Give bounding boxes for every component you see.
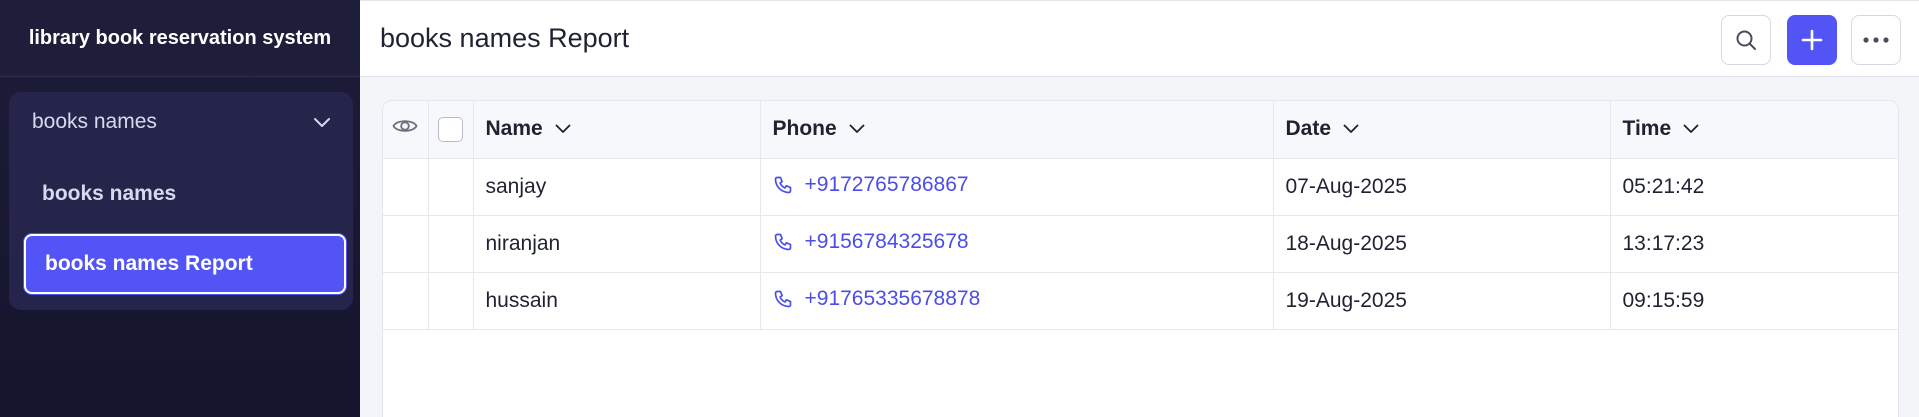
column-header-phone[interactable]: Phone bbox=[760, 101, 1274, 159]
table-header-row: Name Phone Date Time bbox=[383, 101, 1898, 159]
page-title: books names Report bbox=[380, 23, 630, 53]
row-select-cell bbox=[428, 158, 474, 216]
cell-phone: +91765335678878 bbox=[760, 272, 1274, 330]
chevron-down-icon bbox=[314, 118, 330, 127]
cell-time: 09:15:59 bbox=[1610, 272, 1898, 330]
phone-icon bbox=[774, 233, 791, 250]
column-header-time[interactable]: Time bbox=[1610, 101, 1898, 159]
nav-group-header[interactable]: books names bbox=[9, 92, 353, 152]
cell-phone: +9156784325678 bbox=[760, 215, 1274, 273]
chevron-down-icon bbox=[1343, 124, 1359, 134]
sidebar-item-label: books names bbox=[42, 182, 177, 205]
phone-icon bbox=[774, 176, 791, 193]
report-table: Name Phone Date Time sanjay +91727657868… bbox=[383, 101, 1898, 330]
column-visibility-cell bbox=[383, 101, 429, 159]
plus-icon bbox=[1801, 29, 1823, 51]
phone-number: +91765335678878 bbox=[804, 286, 981, 310]
phone-link[interactable]: +9172765786867 bbox=[773, 173, 969, 197]
eye-icon[interactable] bbox=[392, 117, 418, 135]
column-header-date[interactable]: Date bbox=[1273, 101, 1611, 159]
search-icon bbox=[1736, 30, 1756, 50]
row-view-cell bbox=[383, 215, 429, 273]
row-view-cell bbox=[383, 272, 429, 330]
cell-time: 05:21:42 bbox=[1610, 158, 1898, 216]
sidebar-item-books-names[interactable]: books names bbox=[23, 164, 341, 224]
column-header-label: Name bbox=[485, 117, 543, 141]
table-row[interactable]: hussain +91765335678878 19-Aug-2025 09:1… bbox=[383, 272, 1898, 330]
cell-time: 13:17:23 bbox=[1610, 215, 1898, 273]
cell-phone: +9172765786867 bbox=[760, 158, 1274, 216]
phone-number: +9156784325678 bbox=[804, 229, 969, 253]
nav-group-label: books names bbox=[32, 110, 157, 133]
row-select-cell bbox=[428, 215, 474, 273]
row-view-cell bbox=[383, 158, 429, 216]
chevron-down-icon bbox=[1683, 124, 1699, 134]
more-horizontal-icon bbox=[1863, 37, 1889, 43]
select-all-cell bbox=[428, 101, 474, 159]
column-header-label: Time bbox=[1622, 117, 1672, 141]
cell-date: 07-Aug-2025 bbox=[1273, 158, 1611, 216]
chevron-down-icon bbox=[555, 124, 571, 134]
row-select-cell bbox=[428, 272, 474, 330]
chevron-down-icon bbox=[849, 124, 865, 134]
topbar: books names Report bbox=[360, 0, 1919, 77]
phone-link[interactable]: +91765335678878 bbox=[773, 286, 981, 311]
sidebar-item-label: books names Report bbox=[45, 252, 253, 275]
cell-date: 19-Aug-2025 bbox=[1273, 272, 1611, 330]
more-options-button[interactable] bbox=[1851, 15, 1901, 65]
column-header-name[interactable]: Name bbox=[473, 101, 761, 159]
app-title: library book reservation system bbox=[0, 0, 360, 77]
table-row[interactable]: niranjan +9156784325678 18-Aug-2025 13:1… bbox=[383, 215, 1898, 273]
cell-date: 18-Aug-2025 bbox=[1273, 215, 1611, 273]
search-button[interactable] bbox=[1721, 15, 1771, 65]
phone-number: +9172765786867 bbox=[804, 172, 969, 196]
select-all-checkbox[interactable] bbox=[438, 116, 463, 142]
column-header-label: Date bbox=[1285, 117, 1332, 141]
cell-name: niranjan bbox=[473, 215, 761, 273]
nav-group: books names books names books names Repo… bbox=[9, 92, 353, 310]
add-button[interactable] bbox=[1787, 15, 1837, 65]
cell-name: sanjay bbox=[473, 158, 761, 216]
phone-icon bbox=[774, 290, 791, 307]
phone-link[interactable]: +9156784325678 bbox=[773, 230, 969, 254]
sidebar-item-books-names-report[interactable]: books names Report bbox=[24, 234, 346, 294]
report-table-card: Name Phone Date Time sanjay +91727657868… bbox=[382, 100, 1899, 417]
table-row[interactable]: sanjay +9172765786867 07-Aug-2025 05:21:… bbox=[383, 158, 1898, 216]
sidebar: library book reservation system books na… bbox=[0, 0, 360, 417]
cell-name: hussain bbox=[473, 272, 761, 330]
column-header-label: Phone bbox=[772, 117, 837, 141]
